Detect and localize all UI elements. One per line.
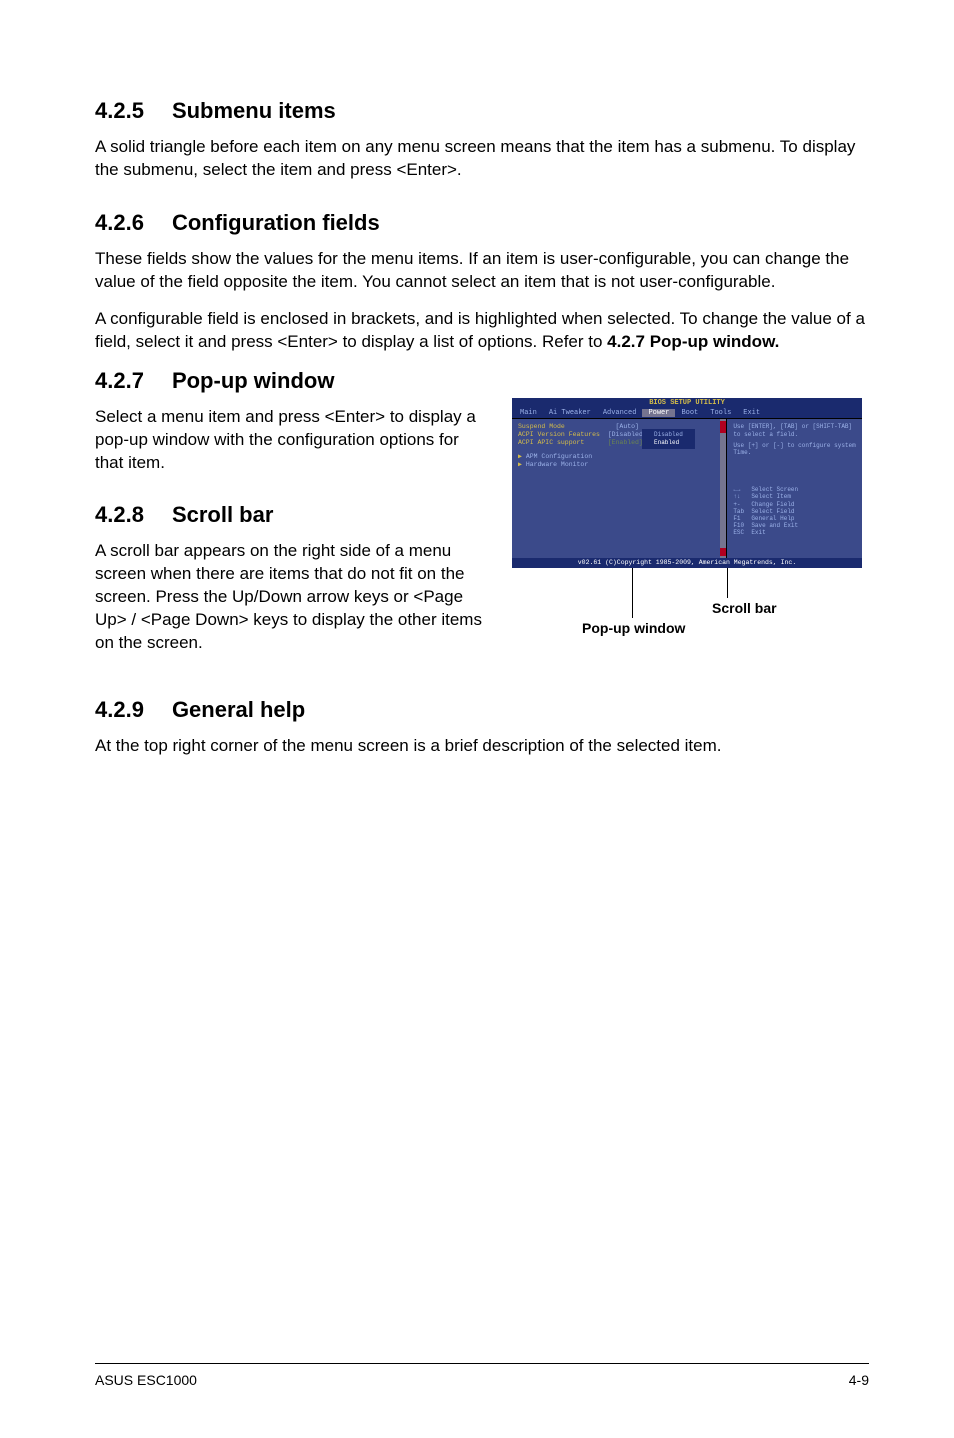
body-428-1: A scroll bar appears on the right side o… bbox=[95, 540, 485, 655]
heading-426: 4.2.6 Configuration fields bbox=[95, 210, 869, 236]
bios-sub: APM Configuration bbox=[526, 453, 592, 460]
body-429-1: At the top right corner of the menu scre… bbox=[95, 735, 869, 758]
heading-title: Pop-up window bbox=[172, 368, 335, 394]
triangle-icon: ▶ bbox=[518, 453, 522, 460]
page-footer: ASUS ESC1000 4-9 bbox=[95, 1363, 869, 1388]
bios-tab-active: Power bbox=[642, 409, 675, 417]
bios-item-label: ACPI APIC support bbox=[518, 439, 584, 446]
bios-key-row: F1 General Help bbox=[733, 515, 856, 522]
bios-key-row: ESC Exit bbox=[733, 529, 856, 536]
bios-item-value: [Enabled] bbox=[608, 439, 643, 446]
heading-428: 4.2.8 Scroll bar bbox=[95, 502, 485, 528]
bios-left-pane: Suspend Mode [Auto] ACPI Version Feature… bbox=[512, 419, 720, 558]
bios-tabs: Main Ai Tweaker Advanced Power Boot Tool… bbox=[512, 408, 862, 418]
heading-425: 4.2.5 Submenu items bbox=[95, 98, 869, 124]
footer-left: ASUS ESC1000 bbox=[95, 1372, 197, 1388]
callout-line-scroll bbox=[727, 568, 728, 598]
bios-sub: Hardware Monitor bbox=[526, 461, 588, 468]
bios-tab: Ai Tweaker bbox=[543, 409, 597, 417]
bios-key-row: F10 Save and Exit bbox=[733, 522, 856, 529]
body-426-2: A configurable field is enclosed in brac… bbox=[95, 308, 869, 354]
bios-footer: v02.61 (C)Copyright 1985-2009, American … bbox=[512, 558, 862, 568]
bios-help2: Use [+] or [-] to configure system Time. bbox=[733, 442, 856, 456]
callout-label-popup: Pop-up window bbox=[582, 620, 685, 636]
heading-title: General help bbox=[172, 697, 305, 723]
bios-item-label: Suspend Mode bbox=[518, 423, 565, 430]
heading-title: Submenu items bbox=[172, 98, 336, 124]
popup-option: Disabled bbox=[654, 431, 683, 439]
bios-key-row: ←→ Select Screen bbox=[733, 486, 856, 493]
bios-help1: Use [ENTER], [TAB] or [SHIFT-TAB] to sel… bbox=[733, 423, 856, 437]
bios-title: BIOS SETUP UTILITY bbox=[512, 398, 862, 408]
bios-tab: Tools bbox=[704, 409, 737, 417]
bios-key-row: Tab Select Field bbox=[733, 508, 856, 515]
heading-429: 4.2.9 General help bbox=[95, 697, 869, 723]
scrollbar-thumb bbox=[720, 421, 726, 433]
bios-tab: Boot bbox=[675, 409, 704, 417]
body-427-1: Select a menu item and press <Enter> to … bbox=[95, 406, 485, 475]
triangle-icon: ▶ bbox=[518, 461, 522, 468]
callout-lines: Scroll bar Pop-up window bbox=[512, 568, 862, 628]
bios-tab: Advanced bbox=[597, 409, 643, 417]
heading-num: 4.2.7 bbox=[95, 368, 144, 394]
heading-427: 4.2.7 Pop-up window bbox=[95, 368, 485, 394]
bios-help-pane: Use [ENTER], [TAB] or [SHIFT-TAB] to sel… bbox=[726, 419, 862, 558]
body-426-1: These fields show the values for the men… bbox=[95, 248, 869, 294]
heading-title: Configuration fields bbox=[172, 210, 380, 236]
body-425-1: A solid triangle before each item on any… bbox=[95, 136, 869, 182]
popup-option-selected: Enabled bbox=[654, 439, 683, 447]
bios-screenshot: BIOS SETUP UTILITY Main Ai Tweaker Advan… bbox=[512, 398, 862, 569]
bios-key-row: ↑↓ Select Item bbox=[733, 493, 856, 500]
scrollbar-bottom bbox=[720, 548, 726, 556]
callout-label-scroll: Scroll bar bbox=[712, 600, 777, 616]
heading-num: 4.2.8 bbox=[95, 502, 144, 528]
heading-num: 4.2.5 bbox=[95, 98, 144, 124]
heading-num: 4.2.9 bbox=[95, 697, 144, 723]
heading-num: 4.2.6 bbox=[95, 210, 144, 236]
bios-scrollbar bbox=[720, 419, 726, 558]
bios-tab: Exit bbox=[737, 409, 766, 417]
bios-key-row: +- Change Field bbox=[733, 501, 856, 508]
bios-popup: Disabled Enabled bbox=[642, 429, 695, 449]
callout-line-popup bbox=[632, 568, 633, 618]
bios-item-value: [Disabled] bbox=[608, 431, 647, 438]
footer-right: 4-9 bbox=[849, 1372, 869, 1388]
bios-item-label: ACPI Version Features bbox=[518, 431, 600, 438]
bios-item-value: [Auto] bbox=[616, 423, 639, 430]
heading-title: Scroll bar bbox=[172, 502, 273, 528]
bios-tab: Main bbox=[514, 409, 543, 417]
